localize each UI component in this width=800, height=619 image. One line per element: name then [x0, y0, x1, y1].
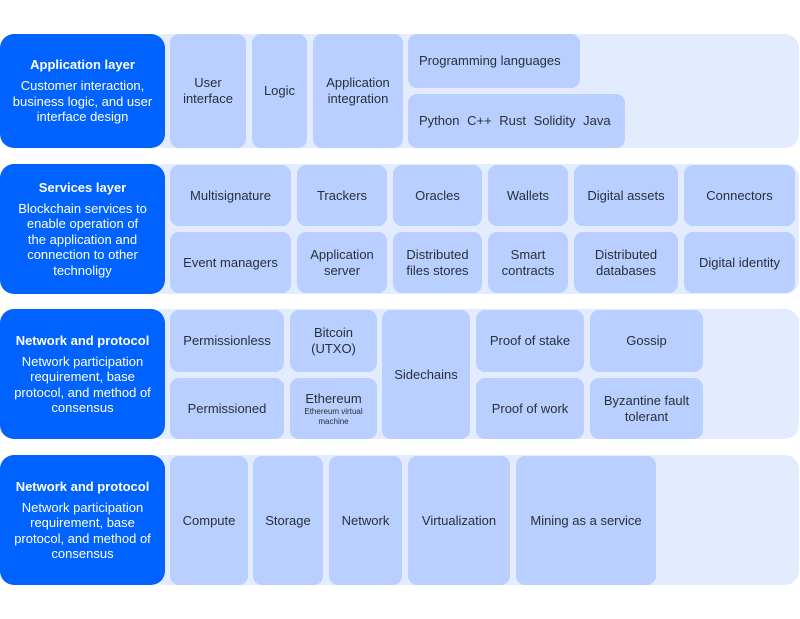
cell-label: Multisignature: [190, 187, 271, 203]
cell-trackers: Trackers: [297, 165, 387, 226]
cell-label: Permissioned: [187, 400, 267, 416]
cell-proof-of-work: Proof of work: [476, 378, 584, 439]
cell-compute: Compute: [170, 456, 248, 585]
cell-sidechains: Sidechains: [382, 310, 470, 439]
cell-connectors: Connectors: [684, 165, 795, 226]
cell-label: User interface: [183, 75, 233, 106]
cell-label: Programming languages: [419, 53, 561, 68]
cell-gossip: Gossip: [590, 310, 703, 372]
services-layer-label: Services layer Blockchain services to en…: [0, 164, 165, 294]
cell-network: Network: [329, 456, 402, 585]
layer-description: Network participation requirement, base …: [14, 499, 151, 562]
cell-label: Compute: [182, 512, 236, 528]
cell-application-server: Application server: [297, 232, 387, 293]
cell-label: Application integration: [326, 75, 390, 106]
cell-label: Logic: [263, 83, 296, 98]
cell-logic: Logic: [252, 34, 307, 148]
cell-programming-languages: Programming languages: [408, 34, 580, 88]
cell-label: Bitcoin (UTXO): [311, 325, 356, 356]
network-protocol-layer-label: Network and protocol Network participati…: [0, 309, 165, 439]
cell-bitcoin: Bitcoin (UTXO): [290, 310, 377, 372]
cell-application-integration: Application integration: [313, 34, 403, 148]
cell-label: Proof of stake: [489, 333, 571, 348]
cell-multisignature: Multisignature: [170, 165, 291, 226]
layer-description: Blockchain services to enable operation …: [18, 200, 147, 278]
cell-oracles: Oracles: [393, 165, 482, 226]
cell-permissioned: Permissioned: [170, 378, 284, 439]
cell-virtualization: Virtualization: [408, 456, 510, 585]
cell-label: Distributed files stores: [406, 246, 469, 278]
layer-description: Customer interaction, business logic, an…: [12, 78, 153, 125]
cell-user-interface: User interface: [170, 34, 246, 148]
cell-mining-as-a-service: Mining as a service: [516, 456, 656, 585]
cell-label: Wallets: [506, 187, 550, 203]
cell-digital-assets: Digital assets: [574, 165, 678, 226]
cell-ethereum: Ethereum Ethereum virtual machine: [290, 378, 377, 439]
cell-sublabel: Ethereum virtual machine: [304, 406, 363, 426]
layer-title: Network and protocol: [15, 332, 150, 348]
cell-label: Trackers: [316, 187, 368, 203]
layer-title: Network and protocol: [15, 478, 150, 494]
cell-label: Gossip: [626, 333, 667, 348]
infrastructure-layer-label: Network and protocol Network participati…: [0, 455, 165, 585]
layer-title: Application layer: [30, 57, 135, 73]
cell-byzantine-fault-tolerant: Byzantine fault tolerant: [590, 378, 703, 439]
cell-label: Smart contracts: [501, 246, 555, 278]
cell-label: Sidechains: [394, 366, 458, 382]
cell-label: Proof of work: [491, 400, 569, 416]
cell-languages-list: Python C++ Rust Solidity Java: [408, 94, 625, 148]
cell-label: Virtualization: [421, 512, 497, 528]
cell-distributed-databases: Distributed databases: [574, 232, 678, 293]
cell-label: Ethereum: [305, 390, 362, 406]
cell-smart-contracts: Smart contracts: [488, 232, 568, 293]
cell-storage: Storage: [253, 456, 323, 585]
cell-permissionless: Permissionless: [170, 310, 284, 372]
cell-wallets: Wallets: [488, 165, 568, 226]
cell-event-managers: Event managers: [170, 232, 291, 293]
cell-proof-of-stake: Proof of stake: [476, 310, 584, 372]
cell-label: Byzantine fault tolerant: [603, 392, 690, 424]
cell-label: Permissionless: [183, 333, 271, 348]
cell-label: Oracles: [415, 187, 460, 203]
layer-title: Services layer: [38, 179, 127, 195]
cell-label: Network: [341, 512, 390, 528]
cell-label: Python C++ Rust Solidity Java: [419, 113, 611, 128]
cell-label: Connectors: [706, 187, 773, 203]
cell-distributed-files-stores: Distributed files stores: [393, 232, 482, 293]
cell-label: Digital identity: [699, 254, 780, 270]
application-layer-label: Application layer Customer interaction, …: [0, 34, 165, 148]
cell-label: Application server: [310, 246, 374, 278]
cell-label: Distributed databases: [594, 246, 658, 278]
cell-label: Storage: [265, 512, 311, 528]
cell-digital-identity: Digital identity: [684, 232, 795, 293]
cell-label: Event managers: [183, 254, 278, 270]
layer-description: Network participation requirement, base …: [14, 353, 151, 416]
cell-label: Digital assets: [587, 187, 665, 203]
cell-label: Mining as a service: [530, 512, 642, 528]
